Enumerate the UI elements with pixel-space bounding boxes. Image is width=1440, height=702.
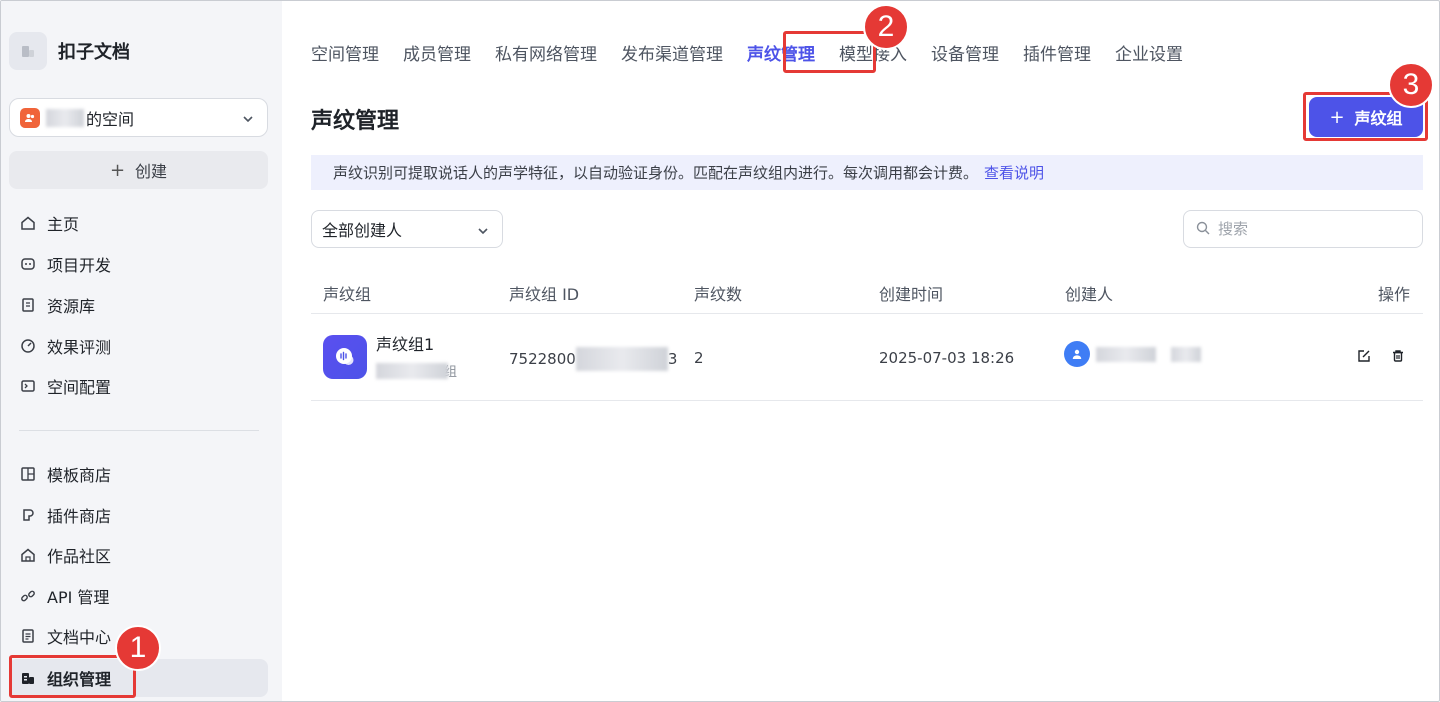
- voiceprint-group-id-head: 7522800: [509, 350, 576, 368]
- sidebar-item-label: 文档中心: [47, 628, 112, 647]
- sidebar-item-library[interactable]: 资源库: [9, 286, 268, 324]
- chevron-down-icon: [241, 111, 255, 130]
- doc-icon: [19, 627, 37, 645]
- info-text: 声纹识别可提取说话人的声学特征，以自动验证身份。匹配在声纹组内进行。每次调用都会…: [333, 164, 979, 182]
- terminal-icon: [19, 377, 37, 395]
- sidebar-item-label: 模板商店: [47, 466, 112, 485]
- link-icon: [19, 587, 37, 605]
- step-badge-2: 2: [863, 4, 909, 50]
- sidebar-item-space-config[interactable]: 空间配置: [9, 367, 268, 405]
- page-title: 声纹管理: [311, 109, 400, 134]
- voiceprint-group-name: 声纹组1: [376, 335, 435, 354]
- column-header-created-at: 创建时间: [879, 285, 944, 304]
- sidebar-item-projects[interactable]: 项目开发: [9, 245, 268, 283]
- creator-filter-value: 全部创建人: [322, 221, 403, 240]
- column-header-count: 声纹数: [694, 285, 743, 304]
- tab-member-management[interactable]: 成员管理: [403, 41, 471, 69]
- create-button[interactable]: + 创建: [9, 151, 268, 189]
- sidebar-divider: [19, 430, 259, 431]
- space-selector[interactable]: 的空间: [9, 98, 268, 137]
- highlight-box-voiceprint-tab: [783, 31, 876, 73]
- plugin-icon: [19, 506, 37, 524]
- tab-plugin-management[interactable]: 插件管理: [1023, 41, 1091, 69]
- sidebar: 扣子文档 的空间 + 创建 主页 项目开发 资源库 效果评测 空间配置 模板商店…: [1, 1, 282, 701]
- sidebar-item-evaluation[interactable]: 效果评测: [9, 327, 268, 365]
- tab-space-management[interactable]: 空间管理: [311, 41, 379, 69]
- sidebar-item-label: 主页: [47, 215, 80, 234]
- created-at: 2025-07-03 18:26: [879, 349, 1015, 367]
- info-banner: 声纹识别可提取说话人的声学特征，以自动验证身份。匹配在声纹组内进行。每次调用都会…: [311, 155, 1423, 190]
- voiceprint-count: 2: [694, 349, 704, 367]
- app-window: 扣子文档 的空间 + 创建 主页 项目开发 资源库 效果评测 空间配置 模板商店…: [0, 0, 1440, 702]
- table-header-divider: [311, 313, 1423, 314]
- step-badge-3: 3: [1388, 62, 1434, 108]
- bot-icon: [19, 255, 37, 273]
- sidebar-item-label: API 管理: [47, 588, 110, 607]
- creator-name-redacted: [1096, 347, 1156, 362]
- sidebar-item-community[interactable]: 作品社区: [9, 536, 268, 574]
- brand-logo-icon: [9, 32, 47, 70]
- top-tabs: 空间管理 成员管理 私有网络管理 发布渠道管理 声纹管理 模型接入 设备管理 插…: [311, 41, 1207, 69]
- table-row-divider: [311, 400, 1423, 401]
- voiceprint-group-icon: [323, 335, 367, 379]
- column-header-id: 声纹组 ID: [509, 285, 580, 304]
- sidebar-item-label: 插件商店: [47, 507, 112, 526]
- sidebar-item-label: 项目开发: [47, 256, 112, 275]
- delete-icon[interactable]: [1390, 348, 1406, 364]
- library-icon: [19, 296, 37, 314]
- chevron-down-icon: [476, 223, 490, 242]
- info-link[interactable]: 查看说明: [984, 162, 1044, 183]
- space-name: 的空间: [86, 109, 135, 129]
- search-input[interactable]: [1218, 220, 1398, 238]
- search-icon: [1196, 220, 1210, 239]
- tab-private-network[interactable]: 私有网络管理: [495, 41, 597, 69]
- tab-device-management[interactable]: 设备管理: [931, 41, 999, 69]
- column-header-group: 声纹组: [323, 285, 372, 304]
- create-button-label: 创建: [135, 162, 168, 181]
- home-icon: [19, 214, 37, 232]
- group-desc-redacted: [376, 362, 448, 379]
- sidebar-item-label: 资源库: [47, 297, 96, 316]
- creator-name-redacted-2: [1171, 347, 1201, 362]
- template-icon: [19, 465, 37, 483]
- step-badge-1: 1: [115, 625, 161, 671]
- sidebar-item-label: 空间配置: [47, 378, 112, 397]
- sidebar-item-api[interactable]: API 管理: [9, 577, 268, 615]
- search-box[interactable]: [1183, 210, 1423, 248]
- gauge-icon: [19, 337, 37, 355]
- voiceprint-group-id-tail: 3: [667, 350, 678, 368]
- highlight-box-org-management: [9, 655, 136, 698]
- brand[interactable]: 扣子文档: [9, 32, 130, 70]
- voiceprint-group-id-redacted: [575, 347, 668, 371]
- tab-publish-channels[interactable]: 发布渠道管理: [621, 41, 723, 69]
- community-icon: [19, 546, 37, 564]
- edit-icon[interactable]: [1356, 348, 1372, 364]
- sidebar-item-label: 作品社区: [47, 547, 112, 566]
- sidebar-item-plugin-store[interactable]: 插件商店: [9, 496, 268, 534]
- creator-filter-select[interactable]: 全部创建人: [311, 210, 503, 248]
- column-header-actions: 操作: [1378, 285, 1411, 304]
- avatar: [1064, 341, 1090, 367]
- sidebar-item-label: 效果评测: [47, 338, 112, 357]
- sidebar-item-home[interactable]: 主页: [9, 204, 268, 242]
- tab-enterprise-settings[interactable]: 企业设置: [1115, 41, 1183, 69]
- brand-name: 扣子文档: [58, 42, 130, 63]
- plus-icon: +: [109, 159, 126, 181]
- space-name-redacted: [46, 108, 84, 127]
- column-header-creator: 创建人: [1065, 285, 1114, 304]
- space-avatar-icon: [20, 107, 40, 128]
- sidebar-item-template-store[interactable]: 模板商店: [9, 455, 268, 493]
